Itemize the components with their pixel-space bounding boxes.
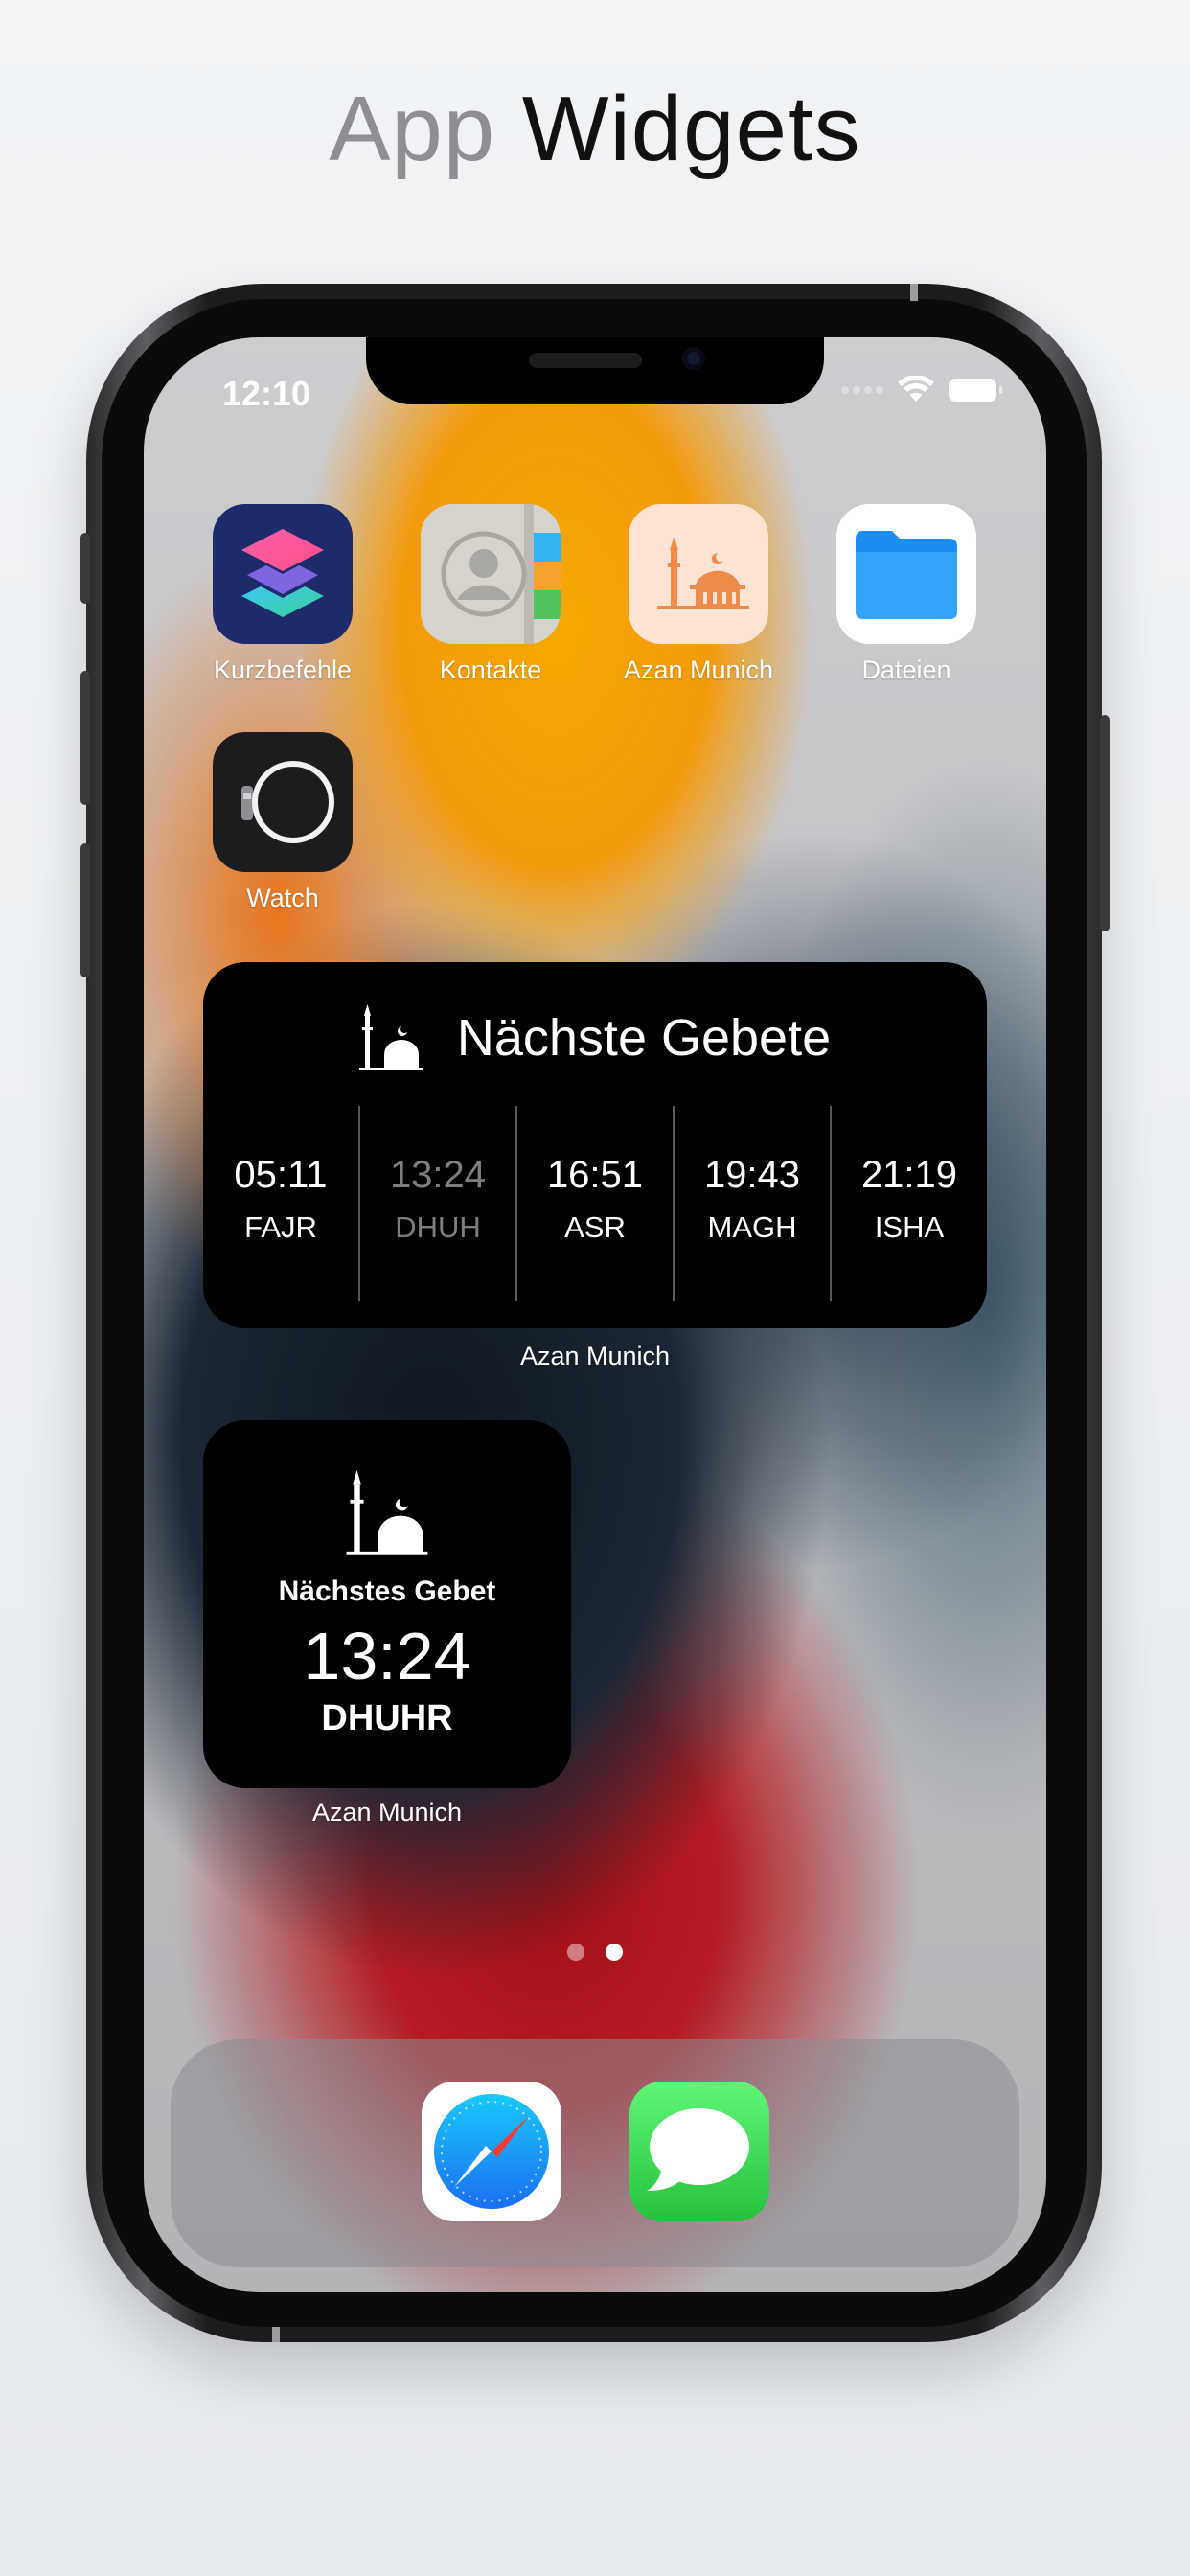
prayer-time: 21:19 [860,1154,958,1196]
shortcuts-icon [213,504,353,644]
cellular-signal-icon [841,386,883,394]
page-indicator[interactable] [144,1944,1046,1961]
next-prayer-name: DHUHR [321,1698,453,1738]
mosque-icon [629,504,768,644]
page-headline: App Widgets [0,77,1190,182]
widget-title: Nächste Gebete [456,1009,832,1067]
prayer-name: FAJR [244,1210,317,1244]
prayer-times-row: 05:11 FAJR 13:24 DHUH 16:51 ASR 19:43 MA… [203,1106,987,1330]
prayer-name: ISHA [874,1210,945,1244]
headline-light-word: App [329,78,496,180]
page-dot-active[interactable] [606,1944,623,1961]
prayer-name: DHUH [395,1210,481,1244]
prayer-column-maghrib: 19:43 MAGH [673,1106,830,1301]
app-label: Watch [246,884,319,912]
battery-icon [949,379,1002,402]
dock-app-messages[interactable] [629,2082,769,2221]
antenna-line [272,2327,280,2342]
next-prayer-time: 13:24 [303,1619,471,1693]
app-label: Kontakte [439,656,542,684]
headline-dark-word: Widgets [521,78,861,180]
volume-up-button [80,671,90,805]
prayer-time: 13:24 [389,1154,487,1196]
prayer-name: ASR [564,1210,626,1244]
page-dot[interactable] [567,1944,584,1961]
prayer-times-widget-small[interactable]: Nächstes Gebet 13:24 DHUHR [203,1420,571,1788]
messages-bubble-icon [647,2108,749,2191]
prayer-time: 05:11 [234,1154,328,1196]
phone-screen: 12:10 Kurzbefehle Kontakte Azan Munich D… [144,337,1046,2292]
prayer-name: MAGH [707,1210,797,1244]
files-folder-icon [836,504,976,644]
wifi-icon [898,376,934,402]
prayer-time: 19:43 [703,1154,801,1196]
prayer-times-widget-medium[interactable]: Nächste Gebete 05:11 FAJR 13:24 DHUH 16:… [203,962,987,1328]
app-contacts[interactable]: Kontakte [421,504,561,685]
widget-app-label: Azan Munich [311,1798,463,1827]
app-azan-munich[interactable]: Azan Munich [624,504,773,685]
power-button [1100,715,1110,932]
volume-down-button [80,843,90,978]
safari-compass-icon [434,2094,549,2209]
app-files[interactable]: Dateien [836,504,976,685]
status-indicators [841,376,1002,404]
prayer-column-asr: 16:51 ASR [515,1106,673,1301]
widget-header: Nächste Gebete [203,1004,987,1071]
contacts-icon [421,504,561,644]
status-time: 12:10 [222,374,311,413]
widget-app-label: Azan Munich [519,1342,671,1370]
action-button [80,533,90,604]
prayer-column-fajr: 05:11 FAJR [203,1106,358,1301]
antenna-line [910,284,918,301]
prayer-time: 16:51 [546,1154,644,1196]
app-label: Azan Munich [623,656,774,684]
dock-app-safari[interactable] [422,2082,561,2221]
prayer-column-dhuhr: 13:24 DHUH [358,1106,515,1301]
app-watch[interactable]: Watch [213,732,353,913]
prayer-column-isha: 21:19 ISHA [830,1106,987,1301]
app-shortcuts[interactable]: Kurzbefehle [213,504,353,685]
widget-subtitle: Nächstes Gebet [278,1576,496,1607]
dock [171,2039,1019,2267]
status-bar: 12:10 [144,364,1046,413]
mosque-icon [358,1004,423,1070]
mosque-icon [346,1470,428,1555]
app-label: Dateien [861,656,951,684]
app-label: Kurzbefehle [213,656,353,684]
watch-icon [213,732,353,872]
